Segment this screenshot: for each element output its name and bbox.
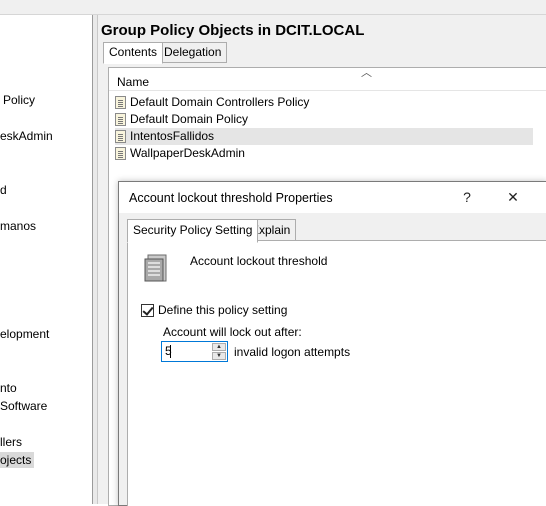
lockout-threshold-stepper[interactable]: 5 ▲ ▼ — [161, 341, 228, 362]
policy-document-icon — [115, 96, 126, 109]
tab-contents[interactable]: Contents — [103, 42, 164, 64]
tree-item-elopment[interactable]: elopment — [0, 326, 49, 342]
tree-item-group-policy-objects[interactable]: ojects — [0, 452, 35, 468]
list-item[interactable]: WallpaperDeskAdmin — [115, 145, 251, 162]
define-policy-checkbox[interactable] — [141, 303, 154, 317]
tab-delegation[interactable]: Delegation — [158, 42, 228, 63]
tree-item-nto[interactable]: nto — [0, 380, 17, 396]
lockout-threshold-value[interactable]: 5 — [165, 344, 209, 359]
spin-down-button[interactable]: ▼ — [212, 352, 226, 360]
list-item-label: WallpaperDeskAdmin — [130, 146, 245, 160]
define-policy-row[interactable]: Define this policy setting — [141, 302, 287, 318]
window-top-strip — [0, 0, 546, 15]
spin-buttons: ▲ ▼ — [212, 343, 226, 360]
security-policy-panel: Account lockout threshold Define this po… — [127, 240, 546, 506]
list-item-label: Default Domain Controllers Policy — [130, 95, 310, 109]
list-item[interactable]: Default Domain Controllers Policy — [115, 94, 315, 111]
list-item-label: IntentosFallidos — [130, 129, 215, 143]
list-item[interactable]: IntentosFallidos — [115, 128, 533, 145]
spin-up-button[interactable]: ▲ — [212, 343, 226, 351]
tree-item-manos[interactable]: manos — [0, 218, 36, 234]
sort-ascending-icon: ︿ — [361, 67, 372, 79]
tree-item-d[interactable]: d — [0, 182, 7, 198]
close-button[interactable]: ✕ — [499, 185, 527, 209]
policy-document-icon — [115, 113, 126, 126]
tree-item-software[interactable]: Software — [0, 398, 47, 414]
define-policy-label: Define this policy setting — [158, 303, 288, 317]
page-title: Group Policy Objects in DCIT.LOCAL — [101, 22, 365, 39]
properties-dialog: Account lockout threshold Properties ? ✕… — [118, 181, 546, 506]
help-button[interactable]: ? — [453, 185, 481, 209]
lockout-unit-label: invalid logon attempts — [234, 345, 351, 359]
policy-document-icon — [115, 130, 126, 143]
column-header-name[interactable]: ︿ Name — [109, 67, 546, 91]
list-item[interactable]: Default Domain Policy — [115, 111, 254, 128]
policy-name-label: Account lockout threshold — [190, 254, 328, 268]
server-stack-icon — [144, 254, 167, 282]
lockout-after-label: Account will lock out after: — [163, 325, 302, 339]
text-caret — [170, 345, 171, 358]
tree-item-policy[interactable]: Policy — [3, 92, 35, 108]
tab-security-policy-setting[interactable]: Security Policy Setting — [127, 219, 259, 243]
dialog-title: Account lockout threshold Properties — [129, 191, 333, 205]
list-item-label: Default Domain Policy — [130, 112, 249, 126]
gpmc-tree-pane: Policy eskAdmin d manos elopment nto Sof… — [0, 15, 93, 504]
column-header-label: Name — [117, 75, 150, 89]
dialog-titlebar[interactable]: Account lockout threshold Properties ? ✕ — [119, 182, 546, 213]
tree-item-llers[interactable]: llers — [0, 434, 22, 450]
tree-item-deskadmin[interactable]: eskAdmin — [0, 128, 53, 144]
policy-document-icon — [115, 147, 126, 160]
